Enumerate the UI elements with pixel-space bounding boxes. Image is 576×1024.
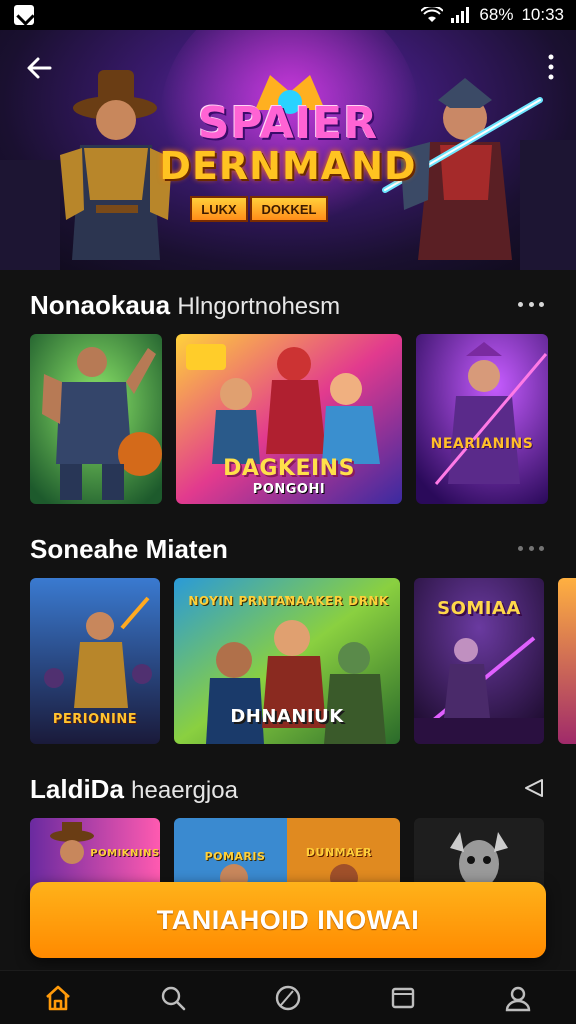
game-card-title: PERIONINE <box>52 712 138 727</box>
activity-icon[interactable] <box>268 978 308 1018</box>
hero-title-line2: DERNMAND <box>159 144 417 188</box>
game-card-subtitle: PONGOHI <box>252 482 326 497</box>
home-icon[interactable] <box>38 978 78 1018</box>
game-card-title: NEARIANINS <box>430 436 534 452</box>
game-card-title: POMIKNINS <box>90 848 160 859</box>
section-1-title: Nonaokaua <box>30 290 171 320</box>
hero-badge-2: DOKKEL <box>250 196 328 222</box>
game-card[interactable]: NEARIANINS <box>416 334 548 504</box>
signal-icon <box>451 7 471 23</box>
section-title: Nonaokaua Hlngortnohesm <box>30 290 340 321</box>
section-2-more-icon[interactable] <box>518 546 544 552</box>
section-2-title: Soneahe Miaten <box>30 534 228 564</box>
status-bar: 68% 10:33 <box>0 0 576 30</box>
search-icon[interactable] <box>153 978 193 1018</box>
bottom-navigation <box>0 970 576 1024</box>
more-options-icon[interactable] <box>546 52 556 82</box>
hero-title-line1: SPAIER <box>197 98 379 149</box>
battery-level: 68% <box>479 5 514 24</box>
clock: 10:33 <box>521 5 564 24</box>
section-1-more-icon[interactable] <box>518 302 544 308</box>
game-row-1: DAGKEINS PONGOHI NEARIANINS <box>30 334 548 504</box>
game-card[interactable]: PERIONINE <box>30 578 160 744</box>
app-notification-icon <box>14 5 34 25</box>
section-1-subtitle: Hlngortnohesm <box>177 293 341 320</box>
game-card-title: SOMIAA <box>437 598 521 619</box>
cta-label: TANIAHOID INOWAI <box>156 904 420 935</box>
section-title: Soneahe Miaten <box>30 534 228 565</box>
game-card-partial[interactable] <box>558 578 576 744</box>
section-3-subtitle: heaergjoa <box>131 777 238 804</box>
game-row-2: PERIONINE NOYIN PRNTAY NAAKER DRNK DHNAN… <box>30 578 544 744</box>
section-title: LaldiDa heaergjoa <box>30 774 238 805</box>
game-card-title: NAAKER DRNK <box>285 594 389 608</box>
game-card-title: DHNANIUK <box>230 706 344 727</box>
game-card-title: DAGKEINS <box>223 456 355 481</box>
hero-badge-1: LUKX <box>190 196 248 222</box>
game-card-title: DUNMAER <box>305 846 373 859</box>
wifi-icon <box>421 7 444 23</box>
game-card[interactable]: NOYIN PRNTAY NAAKER DRNK DHNANIUK <box>174 578 400 744</box>
share-icon[interactable] <box>522 778 544 798</box>
profile-icon[interactable] <box>498 978 538 1018</box>
game-card[interactable]: DAGKEINS PONGOHI <box>176 334 402 504</box>
back-arrow-icon[interactable] <box>22 50 58 86</box>
game-card[interactable]: SOMIAA <box>414 578 544 744</box>
primary-cta-button[interactable]: TANIAHOID INOWAI <box>30 882 546 958</box>
game-card[interactable] <box>30 334 162 504</box>
library-icon[interactable] <box>383 978 423 1018</box>
section-3-title: LaldiDa <box>30 774 124 804</box>
hero-banner[interactable]: SPAIER DERNMAND LUKX DOKKEL <box>0 30 576 270</box>
